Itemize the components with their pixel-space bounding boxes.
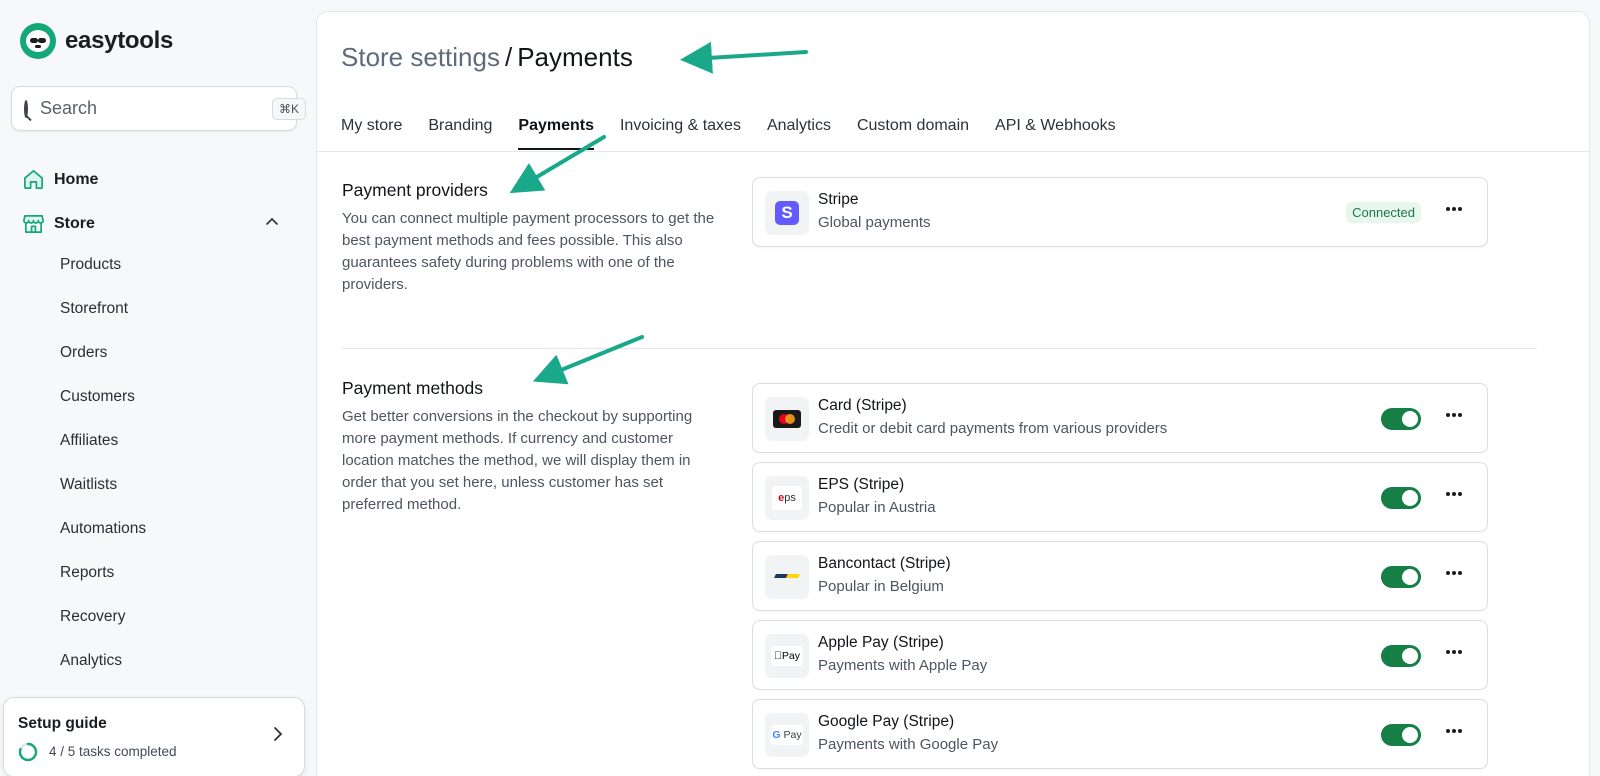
eps-logo: e ps [765,476,809,520]
breadcrumb-current: Payments [517,42,633,72]
sloth-logo-icon [20,23,56,59]
tab-my-store[interactable]: My store [341,112,402,150]
more-options-icon[interactable] [1445,570,1463,576]
search-shortcut: ⌘K [272,97,307,120]
page-title: Store settings / Payments [341,42,633,73]
sidebar-item-affiliates[interactable]: Affiliates [60,432,118,450]
method-card-eps[interactable]: e ps EPS (Stripe) Popular in Austria [752,462,1488,532]
method-toggle[interactable] [1381,645,1421,667]
method-description: Credit or debit card payments from vario… [818,420,1168,437]
method-name: Bancontact (Stripe) [818,555,951,572]
stripe-logo: S [765,191,809,235]
sidebar-item-orders[interactable]: Orders [60,344,107,362]
setup-guide-title: Setup guide [18,715,107,732]
sidebar-item-label: Home [54,170,99,188]
sidebar-item-products[interactable]: Products [60,256,121,274]
method-description: Payments with Google Pay [818,736,999,753]
chevron-right-icon [274,727,283,741]
method-name: Card (Stripe) [818,397,907,414]
method-name: EPS (Stripe) [818,476,905,493]
method-card-card[interactable]: Card (Stripe) Credit or debit card payme… [752,383,1488,453]
setup-guide-card[interactable]: Setup guide 4 / 5 tasks completed [3,697,305,776]
method-card-bancontact[interactable]: Bancontact (Stripe) Popular in Belgium [752,541,1488,611]
payment-providers-title: Payment providers [342,180,488,200]
method-toggle[interactable] [1381,566,1421,588]
sidebar-item-waitlists[interactable]: Waitlists [60,476,117,494]
brand-name: easytools [65,27,174,54]
method-toggle[interactable] [1381,724,1421,746]
payment-methods-description: Get better conversions in the checkout b… [342,408,693,513]
more-options-icon[interactable] [1445,728,1463,734]
google-pay-logo: G Pay [765,713,809,757]
method-toggle[interactable] [1381,408,1421,430]
payment-methods-title: Payment methods [342,378,484,398]
apple-pay-logo-text: Pay [777,650,800,662]
mastercard-logo [765,397,809,441]
brand[interactable]: easytools [20,23,173,59]
more-options-icon[interactable] [1445,412,1463,418]
method-card-google-pay[interactable]: G Pay Google Pay (Stripe) Payments with … [752,699,1488,769]
apple-pay-logo: Pay [765,634,809,678]
more-options-icon[interactable] [1445,206,1463,212]
sidebar-item-analytics[interactable]: Analytics [60,652,122,670]
settings-tabs: My store Branding Payments Invoicing & t… [341,112,1116,150]
sidebar-item-recovery[interactable]: Recovery [60,608,125,626]
sidebar-item-automations[interactable]: Automations [60,520,146,538]
method-description: Popular in Belgium [818,578,944,595]
sidebar-item-customers[interactable]: Customers [60,388,135,406]
more-options-icon[interactable] [1445,491,1463,497]
search-icon [24,99,28,118]
settings-panel: Store settings / Payments My store Brandin… [316,11,1590,776]
provider-description: Global payments [818,214,931,231]
tab-invoicing-taxes[interactable]: Invoicing & taxes [620,112,741,150]
more-options-icon[interactable] [1445,649,1463,655]
progress-ring-icon [18,742,38,762]
google-pay-logo-text: Pay [783,729,802,741]
sidebar-item-store[interactable]: Store [22,212,95,235]
breadcrumb-store-settings[interactable]: Store settings [341,42,500,72]
tab-analytics[interactable]: Analytics [767,112,831,150]
status-badge: Connected [1346,202,1421,223]
store-icon [23,214,44,233]
payment-providers-description: You can connect multiple payment process… [342,210,715,293]
setup-guide-progress: 4 / 5 tasks completed [49,744,177,759]
method-description: Payments with Apple Pay [818,657,988,674]
sidebar-item-storefront[interactable]: Storefront [60,300,128,318]
provider-name: Stripe [818,191,859,208]
search-box[interactable]: ⌘K [11,86,307,131]
method-name: Apple Pay (Stripe) [818,634,944,651]
section-divider [342,348,1537,349]
tab-branding[interactable]: Branding [428,112,492,150]
sidebar: easytools ⌘K Home Store Products Storefr… [0,0,316,776]
tab-payments[interactable]: Payments [518,112,594,150]
method-card-apple-pay[interactable]: Pay Apple Pay (Stripe) Payments with Ap… [752,620,1488,690]
sidebar-item-home[interactable]: Home [22,168,98,191]
chevron-up-icon[interactable] [266,216,278,228]
breadcrumb-separator: / [504,42,513,72]
sidebar-item-label: Store [54,214,95,232]
method-name: Google Pay (Stripe) [818,713,955,730]
provider-card-stripe[interactable]: S Stripe Global payments Connected [752,177,1488,247]
tab-custom-domain[interactable]: Custom domain [857,112,969,150]
tabs-divider [317,151,1589,152]
sidebar-item-reports[interactable]: Reports [60,564,114,582]
method-description: Popular in Austria [818,499,936,516]
method-toggle[interactable] [1381,487,1421,509]
eps-logo-text: ps [784,492,796,504]
tab-api-webhooks[interactable]: API & Webhooks [995,112,1116,150]
home-icon [24,170,43,189]
bancontact-logo [765,555,809,599]
search-input[interactable] [40,98,272,119]
